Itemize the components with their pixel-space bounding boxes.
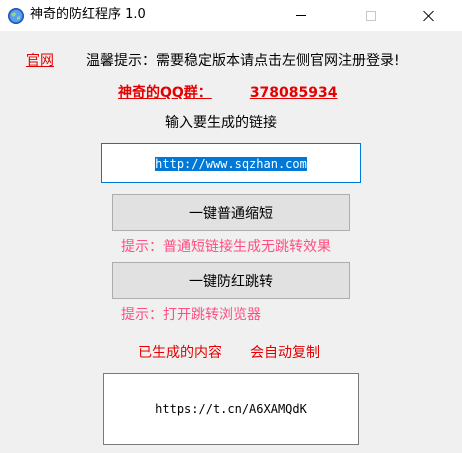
notice-text: 温馨提示：需要稳定版本请点击左侧官网注册登录! bbox=[86, 53, 400, 69]
close-icon bbox=[423, 10, 435, 22]
url-input[interactable] bbox=[101, 143, 361, 183]
maximize-button[interactable] bbox=[348, 0, 394, 31]
minimize-button[interactable] bbox=[278, 0, 324, 31]
qq-group-label: 神奇的QQ群： bbox=[118, 85, 212, 101]
generated-notice: 已生成的内容 会自动复制 bbox=[138, 342, 320, 362]
auto-copy-label: 会自动复制 bbox=[250, 345, 320, 361]
result-box[interactable]: https://t.cn/A6XAMQdK bbox=[103, 373, 359, 445]
minimize-icon bbox=[296, 15, 306, 16]
generated-label: 已生成的内容 bbox=[138, 345, 222, 361]
url-input-label: 输入要生成的链接 bbox=[165, 115, 277, 131]
anti-red-hint: 提示：打开跳转浏览器 bbox=[121, 307, 261, 323]
result-url: https://t.cn/A6XAMQdK bbox=[155, 402, 307, 416]
qq-group-number: 378085934 bbox=[249, 85, 338, 101]
maximize-icon bbox=[366, 10, 376, 21]
shorten-hint: 提示：普通短链接生成无跳转效果 bbox=[121, 239, 331, 255]
shorten-button[interactable]: 一键普通缩短 bbox=[112, 194, 350, 231]
qq-group-link[interactable]: 神奇的QQ群： 378085934 bbox=[118, 82, 337, 102]
title-bar: 神奇的防红程序 1.0 bbox=[0, 0, 462, 31]
close-button[interactable] bbox=[406, 0, 452, 31]
globe-icon bbox=[8, 8, 24, 24]
window-title: 神奇的防红程序 1.0 bbox=[30, 7, 146, 22]
official-site-link[interactable]: 官网 bbox=[26, 50, 54, 70]
anti-red-button[interactable]: 一键防红跳转 bbox=[112, 262, 350, 299]
